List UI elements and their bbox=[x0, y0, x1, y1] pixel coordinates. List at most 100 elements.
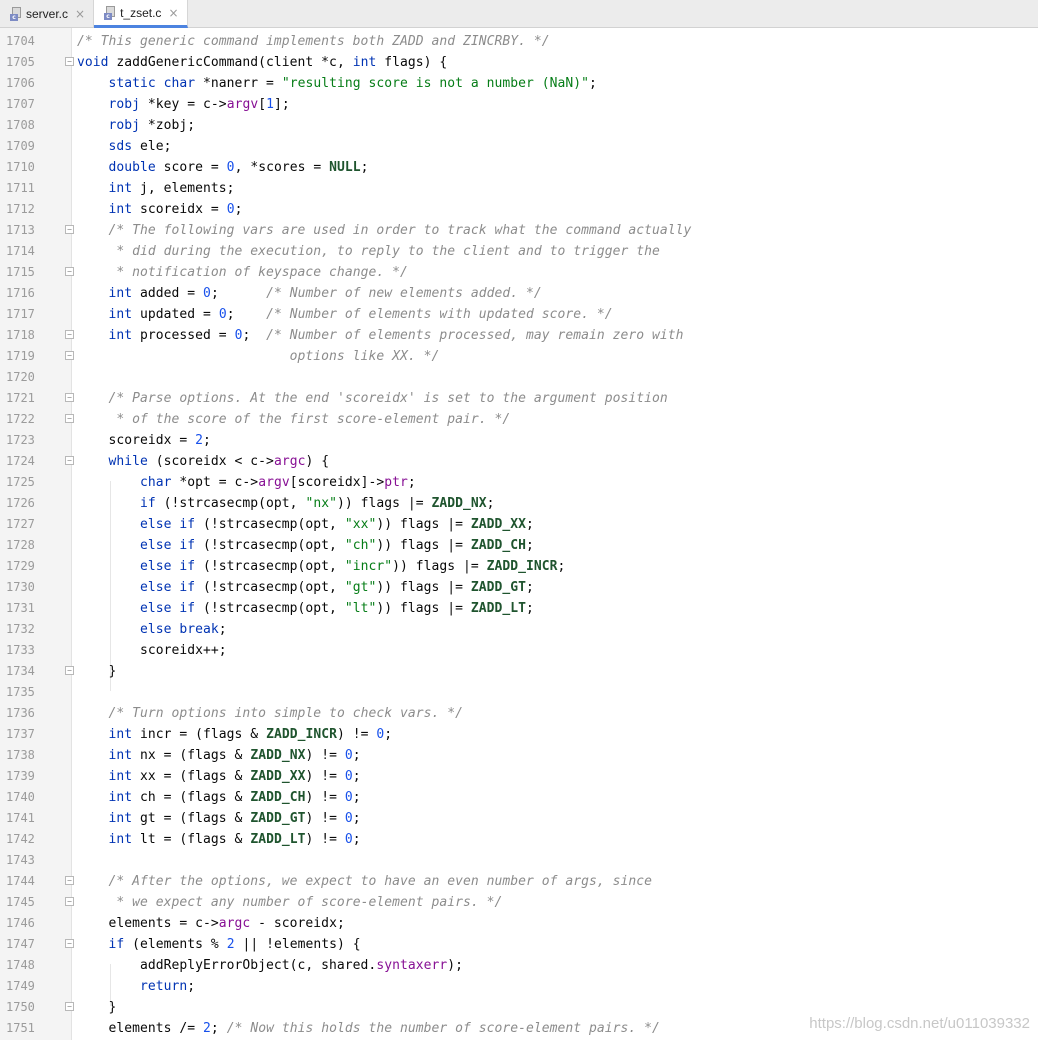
code-line[interactable]: 1735 bbox=[0, 682, 1038, 703]
fold-marker-icon[interactable]: − bbox=[65, 414, 74, 423]
code-line[interactable]: 1737 int incr = (flags & ZADD_INCR) != 0… bbox=[0, 724, 1038, 745]
code-token: 0 bbox=[226, 202, 235, 217]
code-line[interactable]: 1715 − * notification of keyspace change.… bbox=[0, 262, 1038, 283]
code-text: int lt = (flags & ZADD_LT) != 0; bbox=[77, 829, 361, 850]
code-line[interactable]: 1712 int scoreidx = 0; bbox=[0, 199, 1038, 220]
code-token: else break bbox=[140, 622, 219, 637]
code-line[interactable]: 1738 int nx = (flags & ZADD_NX) != 0; bbox=[0, 745, 1038, 766]
code-line[interactable]: 1746 elements = c->argc - scoreidx; bbox=[0, 913, 1038, 934]
fold-marker-icon[interactable]: − bbox=[65, 876, 74, 885]
fold-marker-icon[interactable]: − bbox=[65, 393, 74, 402]
fold-marker-icon[interactable]: − bbox=[65, 666, 74, 675]
code-token: )) flags |= bbox=[376, 538, 471, 553]
code-token: (!strcasecmp(opt, bbox=[155, 496, 306, 511]
code-line[interactable]: 1747 − if (elements % 2 || !elements) { bbox=[0, 934, 1038, 955]
code-token: || !elements) { bbox=[234, 937, 361, 952]
code-token: scoreidx = bbox=[132, 202, 227, 217]
code-line[interactable]: 1720 bbox=[0, 367, 1038, 388]
code-line[interactable]: 1723 scoreidx = 2; bbox=[0, 430, 1038, 451]
fold-marker-icon[interactable]: − bbox=[65, 225, 74, 234]
code-text: while (scoreidx < c->argc) { bbox=[77, 451, 330, 472]
code-text: else if (!strcasecmp(opt, "xx")) flags |… bbox=[77, 514, 534, 535]
code-line[interactable]: 1730 else if (!strcasecmp(opt, "gt")) fl… bbox=[0, 577, 1038, 598]
code-line[interactable]: 1733 scoreidx++; bbox=[0, 640, 1038, 661]
fold-marker-icon[interactable]: − bbox=[65, 456, 74, 465]
code-line[interactable]: 1721 − /* Parse options. At the end 'scor… bbox=[0, 388, 1038, 409]
code-line[interactable]: 1731 else if (!strcasecmp(opt, "lt")) fl… bbox=[0, 598, 1038, 619]
code-line[interactable]: 1711 int j, elements; bbox=[0, 178, 1038, 199]
code-token: ) != bbox=[305, 832, 345, 847]
code-token: /* Number of new elements added. */ bbox=[266, 286, 542, 301]
tab-t-zset-c[interactable]: c t_zset.c × bbox=[94, 0, 188, 28]
code-token: (!strcasecmp(opt, bbox=[195, 601, 345, 616]
fold-marker-icon[interactable]: − bbox=[65, 267, 74, 276]
line-number: 1732 bbox=[6, 622, 35, 636]
code-line[interactable]: 1709 sds ele; bbox=[0, 136, 1038, 157]
code-line[interactable]: 1736 /* Turn options into simple to chec… bbox=[0, 703, 1038, 724]
code-line[interactable]: 1722 − * of the score of the first score-… bbox=[0, 409, 1038, 430]
fold-marker-icon[interactable]: − bbox=[65, 330, 74, 339]
line-number: 1715 bbox=[6, 265, 35, 279]
code-line[interactable]: 1719 − options like XX. */ bbox=[0, 346, 1038, 367]
code-line[interactable]: 1748 addReplyErrorObject(c, shared.synta… bbox=[0, 955, 1038, 976]
code-token: "resulting score is not a number (NaN)" bbox=[281, 76, 590, 91]
code-line[interactable]: 1745 − * we expect any number of score-el… bbox=[0, 892, 1038, 913]
code-text: int incr = (flags & ZADD_INCR) != 0; bbox=[77, 724, 393, 745]
code-line[interactable]: 1740 int ch = (flags & ZADD_CH) != 0; bbox=[0, 787, 1038, 808]
code-line[interactable]: 1743 bbox=[0, 850, 1038, 871]
code-line[interactable]: 1718 − int processed = 0; /* Number of el… bbox=[0, 325, 1038, 346]
code-line[interactable]: 1734 − } bbox=[0, 661, 1038, 682]
line-number: 1712 bbox=[6, 202, 35, 216]
code-token: * did during the execution, to reply to … bbox=[116, 244, 660, 259]
fold-marker-icon[interactable]: − bbox=[65, 897, 74, 906]
code-line[interactable]: 1716 int added = 0; /* Number of new ele… bbox=[0, 283, 1038, 304]
code-line[interactable]: 1732 else break; bbox=[0, 619, 1038, 640]
code-line[interactable]: 1710 double score = 0, *scores = NULL; bbox=[0, 157, 1038, 178]
code-line[interactable]: 1706 static char *nanerr = "resulting sc… bbox=[0, 73, 1038, 94]
code-line[interactable]: 1704 /* This generic command implements b… bbox=[0, 31, 1038, 52]
code-token: "lt" bbox=[344, 601, 377, 616]
code-token: ZADD_CH bbox=[250, 790, 306, 805]
code-text: int ch = (flags & ZADD_CH) != 0; bbox=[77, 787, 361, 808]
code-text: if (!strcasecmp(opt, "nx")) flags |= ZAD… bbox=[77, 493, 495, 514]
code-text: else if (!strcasecmp(opt, "lt")) flags |… bbox=[77, 598, 534, 619]
code-line[interactable]: 1744 − /* After the options, we expect to… bbox=[0, 871, 1038, 892]
code-line[interactable]: 1729 else if (!strcasecmp(opt, "incr")) … bbox=[0, 556, 1038, 577]
line-number: 1744 bbox=[6, 874, 35, 888]
code-line[interactable]: 1707 robj *key = c->argv[1]; bbox=[0, 94, 1038, 115]
fold-marker-icon[interactable]: − bbox=[65, 939, 74, 948]
code-token: ) { bbox=[305, 454, 330, 469]
code-editor[interactable]: 1704 /* This generic command implements b… bbox=[0, 28, 1038, 1040]
fold-marker-icon[interactable]: − bbox=[65, 351, 74, 360]
code-token: 2 bbox=[203, 1021, 211, 1036]
code-line[interactable]: 1739 int xx = (flags & ZADD_XX) != 0; bbox=[0, 766, 1038, 787]
tab-label: server.c bbox=[26, 6, 69, 21]
code-line[interactable]: 1713 − /* The following vars are used in … bbox=[0, 220, 1038, 241]
tab-server-c[interactable]: c server.c × bbox=[0, 0, 95, 27]
fold-marker-icon[interactable]: − bbox=[65, 1002, 74, 1011]
code-line[interactable]: 1727 else if (!strcasecmp(opt, "xx")) fl… bbox=[0, 514, 1038, 535]
code-text: sds ele; bbox=[77, 136, 172, 157]
code-line[interactable]: 1741 int gt = (flags & ZADD_GT) != 0; bbox=[0, 808, 1038, 829]
fold-marker-icon[interactable]: − bbox=[65, 57, 74, 66]
line-number: 1719 bbox=[6, 349, 35, 363]
code-line[interactable]: 1728 else if (!strcasecmp(opt, "ch")) fl… bbox=[0, 535, 1038, 556]
code-line[interactable]: 1724 − while (scoreidx < c->argc) { bbox=[0, 451, 1038, 472]
close-icon[interactable]: × bbox=[75, 7, 85, 21]
code-token: if bbox=[108, 937, 125, 952]
c-file-icon: c bbox=[104, 5, 116, 20]
code-line[interactable]: 1708 robj *zobj; bbox=[0, 115, 1038, 136]
code-line[interactable]: 1749 return; bbox=[0, 976, 1038, 997]
code-token: * of the score of the first score-elemen… bbox=[116, 412, 511, 427]
code-line[interactable]: 1717 int updated = 0; /* Number of eleme… bbox=[0, 304, 1038, 325]
code-line[interactable]: 1726 if (!strcasecmp(opt, "nx")) flags |… bbox=[0, 493, 1038, 514]
close-icon[interactable]: × bbox=[168, 6, 178, 20]
code-line[interactable]: 1705 − void zaddGenericCommand(client *c, … bbox=[0, 52, 1038, 73]
code-line[interactable]: 1725 char *opt = c->argv[scoreidx]->ptr; bbox=[0, 472, 1038, 493]
code-line[interactable]: 1714 * did during the execution, to repl… bbox=[0, 241, 1038, 262]
code-line[interactable]: 1742 int lt = (flags & ZADD_LT) != 0; bbox=[0, 829, 1038, 850]
